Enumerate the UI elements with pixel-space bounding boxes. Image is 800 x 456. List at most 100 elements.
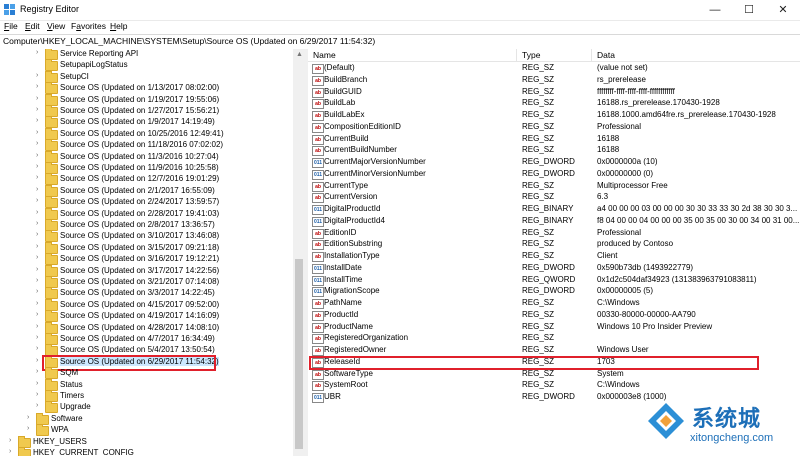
value-row[interactable]: ab CurrentVersion REG_SZ 6.3 bbox=[308, 192, 800, 204]
minimize-button[interactable]: — bbox=[698, 0, 732, 20]
column-divider[interactable] bbox=[591, 49, 592, 61]
tree-item[interactable]: › Source OS (Updated on 3/17/2017 14:22:5… bbox=[0, 264, 290, 277]
tree-item[interactable]: › Upgrade bbox=[0, 401, 290, 414]
value-row[interactable]: ab EditionID REG_SZ Professional bbox=[308, 228, 800, 240]
expand-chevron-icon[interactable]: › bbox=[36, 254, 44, 261]
expand-chevron-icon[interactable]: › bbox=[36, 186, 44, 193]
value-row[interactable]: ab InstallationType REG_SZ Client bbox=[308, 251, 800, 263]
expand-chevron-icon[interactable]: › bbox=[36, 95, 44, 102]
value-row[interactable]: ab ProductName REG_SZ Windows 10 Pro Inside… bbox=[308, 322, 800, 334]
value-row[interactable]: ab SystemRoot REG_SZ C:\Windows bbox=[308, 380, 800, 392]
tree-item[interactable]: › Source OS (Updated on 3/10/2017 13:46:0… bbox=[0, 230, 290, 243]
tree-scrollbar[interactable]: ▲ bbox=[293, 49, 305, 456]
tree-item[interactable]: › Source OS (Updated on 4/28/2017 14:08:1… bbox=[0, 321, 290, 334]
menu-help[interactable]: Help bbox=[110, 21, 127, 31]
tree-item[interactable]: › SQM bbox=[0, 367, 290, 380]
value-row[interactable]: ab ProductId REG_SZ 00330-80000-00000-AA790 bbox=[308, 310, 800, 322]
value-row[interactable]: ab CompositionEditionID REG_SZ Professional bbox=[308, 122, 800, 134]
expand-chevron-icon[interactable]: › bbox=[36, 380, 44, 387]
value-row[interactable]: ab CurrentType REG_SZ Multiprocessor Free bbox=[308, 181, 800, 193]
value-row[interactable]: ab (Default) REG_SZ (value not set) bbox=[308, 63, 800, 75]
expand-chevron-icon[interactable]: › bbox=[9, 437, 17, 444]
tree-item[interactable]: › Source OS (Updated on 12/7/2016 19:01:2… bbox=[0, 173, 290, 186]
expand-chevron-icon[interactable]: › bbox=[36, 140, 44, 147]
tree-item[interactable]: › Source OS (Updated on 4/7/2017 16:34:49… bbox=[0, 333, 290, 345]
tree-item[interactable]: › WPA bbox=[0, 424, 290, 437]
tree-item[interactable]: SetupapiLogStatus bbox=[0, 59, 290, 72]
menu-favorites[interactable]: Favorites bbox=[71, 21, 106, 31]
expand-chevron-icon[interactable]: › bbox=[9, 448, 17, 455]
menu-edit[interactable]: Edit bbox=[25, 21, 40, 31]
expand-chevron-icon[interactable]: › bbox=[36, 311, 44, 318]
column-divider[interactable] bbox=[516, 49, 517, 61]
tree-item[interactable]: › HKEY_USERS bbox=[0, 435, 290, 448]
expand-chevron-icon[interactable]: › bbox=[36, 106, 44, 113]
tree-item[interactable]: › Source OS (Updated on 1/13/2017 08:02:0… bbox=[0, 82, 290, 95]
expand-chevron-icon[interactable]: › bbox=[36, 368, 44, 375]
tree-item[interactable]: › Source OS (Updated on 2/1/2017 16:55:09… bbox=[0, 184, 290, 197]
expand-chevron-icon[interactable]: › bbox=[36, 163, 44, 170]
tree-item[interactable]: › Source OS (Updated on 2/8/2017 13:36:57… bbox=[0, 219, 290, 231]
tree-item[interactable]: › Source OS (Updated on 1/9/2017 14:19:49… bbox=[0, 116, 290, 129]
expand-chevron-icon[interactable]: › bbox=[36, 300, 44, 307]
value-row[interactable]: 011 CurrentMinorVersionNumber REG_DWORD 0x0… bbox=[308, 169, 800, 181]
tree-item[interactable]: › Source OS (Updated on 3/21/2017 07:14:0… bbox=[0, 276, 290, 288]
expand-chevron-icon[interactable]: › bbox=[36, 129, 44, 136]
scroll-up-icon[interactable]: ▲ bbox=[296, 51, 303, 58]
tree-item[interactable]: › Source OS (Updated on 2/28/2017 19:41:0… bbox=[0, 207, 290, 220]
value-row[interactable]: ab RegisteredOrganization REG_SZ bbox=[308, 333, 800, 345]
value-row[interactable]: ab BuildBranch REG_SZ rs_prerelease bbox=[308, 75, 800, 87]
tree-item[interactable]: › Source OS (Updated on 2/24/2017 13:59:5… bbox=[0, 196, 290, 209]
expand-chevron-icon[interactable]: › bbox=[36, 117, 44, 124]
value-row[interactable]: ab PathName REG_SZ C:\Windows bbox=[308, 298, 800, 310]
column-type[interactable]: Type bbox=[522, 50, 540, 60]
close-button[interactable]: ✕ bbox=[766, 0, 800, 20]
value-row[interactable]: 011 CurrentMajorVersionNumber REG_DWORD 0x0… bbox=[308, 157, 800, 169]
expand-chevron-icon[interactable]: › bbox=[36, 243, 44, 250]
value-row[interactable]: 011 MigrationScope REG_DWORD 0x00000005 (5) bbox=[308, 286, 800, 298]
value-row[interactable]: ab BuildGUID REG_SZ ffffffff-ffff-ffff-ffff… bbox=[308, 87, 800, 99]
expand-chevron-icon[interactable]: › bbox=[36, 277, 44, 284]
tree-item[interactable]: › Source OS (Updated on 11/18/2016 07:02:… bbox=[0, 139, 290, 152]
value-row[interactable]: ab EditionSubstring REG_SZ produced by Cont… bbox=[308, 239, 800, 251]
value-row[interactable]: ab SoftwareType REG_SZ System bbox=[308, 369, 800, 381]
expand-chevron-icon[interactable]: › bbox=[36, 152, 44, 159]
tree-item[interactable]: › SetupCI bbox=[0, 70, 290, 83]
tree-item[interactable]: › Status bbox=[0, 378, 290, 391]
tree-item[interactable]: › Source OS (Updated on 11/3/2016 10:27:0… bbox=[0, 150, 290, 163]
expand-chevron-icon[interactable]: › bbox=[36, 288, 44, 295]
expand-chevron-icon[interactable]: › bbox=[36, 197, 44, 204]
expand-chevron-icon[interactable]: › bbox=[36, 220, 44, 227]
menu-file[interactable]: File bbox=[4, 21, 18, 31]
value-row[interactable]: 011 InstallTime REG_QWORD 0x1d2c504daf34923… bbox=[308, 275, 800, 287]
expand-chevron-icon[interactable]: › bbox=[36, 231, 44, 238]
expand-chevron-icon[interactable]: › bbox=[36, 49, 44, 56]
tree-item[interactable]: › Service Reporting API bbox=[0, 49, 290, 60]
maximize-button[interactable]: ☐ bbox=[732, 0, 766, 20]
expand-chevron-icon[interactable]: › bbox=[27, 414, 35, 421]
column-name[interactable]: Name bbox=[313, 50, 336, 60]
tree-item[interactable]: › Timers bbox=[0, 390, 290, 402]
value-row[interactable]: 011 DigitalProductId4 REG_BINARY f8 04 00 0… bbox=[308, 216, 800, 228]
value-row[interactable]: 011 DigitalProductId REG_BINARY a4 00 00 00… bbox=[308, 204, 800, 216]
tree-item[interactable]: › HKEY_CURRENT_CONFIG bbox=[0, 447, 290, 456]
expand-chevron-icon[interactable]: › bbox=[36, 209, 44, 216]
tree-item[interactable]: › Source OS (Updated on 3/16/2017 19:12:2… bbox=[0, 253, 290, 266]
expand-chevron-icon[interactable]: › bbox=[36, 72, 44, 79]
tree-item[interactable]: › Software bbox=[0, 412, 290, 425]
value-row[interactable]: ab CurrentBuildNumber REG_SZ 16188 bbox=[308, 145, 800, 157]
tree-item[interactable]: › Source OS (Updated on 1/27/2017 15:56:2… bbox=[0, 105, 290, 117]
value-row[interactable]: 011 InstallDate REG_DWORD 0x590b73db (14939… bbox=[308, 263, 800, 275]
expand-chevron-icon[interactable]: › bbox=[36, 391, 44, 398]
tree-item[interactable]: › Source OS (Updated on 10/25/2016 12:49:… bbox=[0, 127, 290, 140]
tree-item[interactable]: › Source OS (Updated on 11/9/2016 10:25:5… bbox=[0, 162, 290, 174]
expand-chevron-icon[interactable]: › bbox=[36, 323, 44, 330]
tree-item[interactable]: › Source OS (Updated on 4/19/2017 14:16:0… bbox=[0, 310, 290, 323]
column-data[interactable]: Data bbox=[597, 50, 615, 60]
menu-view[interactable]: View bbox=[47, 21, 65, 31]
expand-chevron-icon[interactable]: › bbox=[36, 345, 44, 352]
tree-item[interactable]: › Source OS (Updated on 4/15/2017 09:52:0… bbox=[0, 298, 290, 311]
expand-chevron-icon[interactable]: › bbox=[36, 334, 44, 341]
expand-chevron-icon[interactable]: › bbox=[27, 425, 35, 432]
tree-item[interactable]: › Source OS (Updated on 3/3/2017 14:22:45… bbox=[0, 287, 290, 300]
